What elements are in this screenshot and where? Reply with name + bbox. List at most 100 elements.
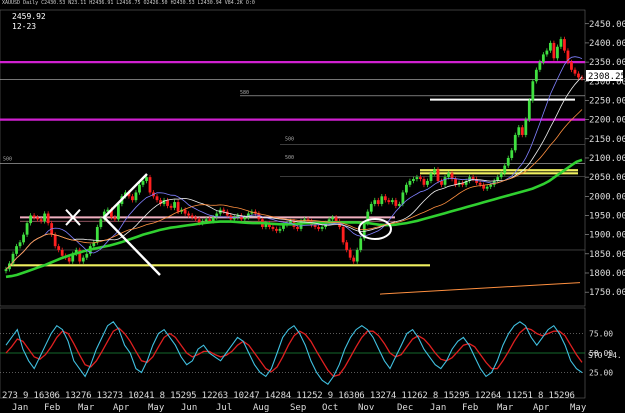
current-price-label: 2308.25 <box>588 72 625 82</box>
candle-body <box>404 184 408 193</box>
candle-body <box>541 54 545 63</box>
price-tick-label: 2100.00 <box>589 154 625 164</box>
date-tick-label: 30 <box>44 391 55 401</box>
candle-body <box>506 157 510 166</box>
month-label: Feb <box>462 403 478 413</box>
date-tick-label: 14 <box>265 391 276 401</box>
candle-body <box>15 246 18 254</box>
candle-body <box>271 226 275 229</box>
date-tick-label: 4 <box>391 391 396 401</box>
candle-body <box>478 182 482 185</box>
candle-body <box>513 134 517 151</box>
date-tick-label: 26 <box>212 391 223 401</box>
date-tick-label: 4 <box>496 391 501 401</box>
month-label: May <box>570 403 587 413</box>
candle-body <box>376 200 380 204</box>
candle-body <box>510 150 514 158</box>
candle-body <box>387 200 391 203</box>
candle-body <box>134 192 138 201</box>
date-tick-label: 13 <box>370 391 381 401</box>
candle-body <box>131 196 134 201</box>
date-tick-label: 2 <box>422 391 427 401</box>
candle-body <box>422 179 426 185</box>
candle-body <box>471 177 475 180</box>
candle-body <box>148 177 152 193</box>
month-label: Aug <box>253 403 269 413</box>
candle-body <box>397 203 401 206</box>
candle-body <box>173 202 176 208</box>
candle-body <box>352 257 356 262</box>
candle-body <box>43 213 47 222</box>
date-tick-label: 29 <box>181 391 192 401</box>
level-label: 500 <box>3 157 12 163</box>
level-label: 500 <box>285 137 294 143</box>
candle-body <box>419 177 422 180</box>
month-label: Apr <box>113 403 130 413</box>
date-tick-label: 6 <box>86 391 91 401</box>
month-label: Jun <box>181 403 197 413</box>
price-tick-label: 2050.00 <box>589 173 625 183</box>
price-tick-label: 2000.00 <box>589 192 625 202</box>
date-tick-label: 3 <box>118 391 123 401</box>
date-tick-label: 16 <box>338 391 349 401</box>
candle-body <box>548 42 552 51</box>
candle-body <box>359 238 363 250</box>
candle-body <box>67 257 71 262</box>
candle-body <box>204 219 208 222</box>
price-tick-label: 1850.00 <box>589 250 625 260</box>
price-chart[interactable]: 2450.002400.002350.002300.002250.002200.… <box>0 0 625 413</box>
candle-body <box>282 225 285 229</box>
candle-body <box>25 223 29 235</box>
month-label: Jan <box>430 403 446 413</box>
candle-body <box>447 173 450 178</box>
date-tick-label: 24 <box>244 391 255 401</box>
date-tick-label: 11 <box>401 391 412 401</box>
candle-body <box>489 184 493 187</box>
month-label: Mar <box>78 403 95 413</box>
price-tick-label: 2400.00 <box>589 39 625 49</box>
last-date: 12-23 <box>12 22 37 31</box>
month-label: Feb <box>44 403 60 413</box>
price-tick-label: 2350.00 <box>589 58 625 68</box>
date-tick-label: 8 <box>538 391 543 401</box>
date-tick-label: 15 <box>548 391 559 401</box>
candle-body <box>222 209 226 212</box>
date-tick-label: 12 <box>202 391 213 401</box>
candle-body <box>412 179 415 181</box>
date-tick-label: 9 <box>23 391 28 401</box>
candle-body <box>380 196 384 204</box>
date-tick-label: 27 <box>107 391 118 401</box>
date-tick-label: 2 <box>317 391 322 401</box>
date-tick-label: 9 <box>328 391 333 401</box>
candle-body <box>166 200 169 206</box>
date-tick-label: 30 <box>349 391 360 401</box>
candle-body <box>29 215 32 224</box>
candle-body <box>155 196 159 201</box>
candle-body <box>394 200 398 206</box>
candle-body <box>176 202 180 212</box>
candle-body <box>517 127 521 135</box>
candle-body <box>57 246 61 250</box>
price-tick-label: 2150.00 <box>589 135 625 145</box>
date-tick-label: 15 <box>170 391 181 401</box>
month-label: Jul <box>216 403 232 413</box>
date-tick-label: 6 <box>55 391 60 401</box>
candle-body <box>563 39 566 51</box>
candle-body <box>454 179 457 185</box>
month-label: Oct <box>322 403 338 413</box>
candle-body <box>194 217 198 220</box>
date-tick-label: 12 <box>475 391 486 401</box>
price-tick-label: 1950.00 <box>589 211 625 221</box>
candle-body <box>81 257 85 262</box>
candle-body <box>426 180 429 185</box>
candle-body <box>334 217 338 222</box>
month-label: Sep <box>290 403 306 413</box>
date-tick-label: 6 <box>569 391 574 401</box>
candle-body <box>141 180 145 185</box>
candle-body <box>183 209 187 214</box>
price-tick-label: 2450.00 <box>589 20 625 30</box>
candle-body <box>208 219 212 222</box>
candle-body <box>443 177 447 185</box>
date-tick-label: 6 <box>359 391 364 401</box>
candle-body <box>408 180 412 185</box>
